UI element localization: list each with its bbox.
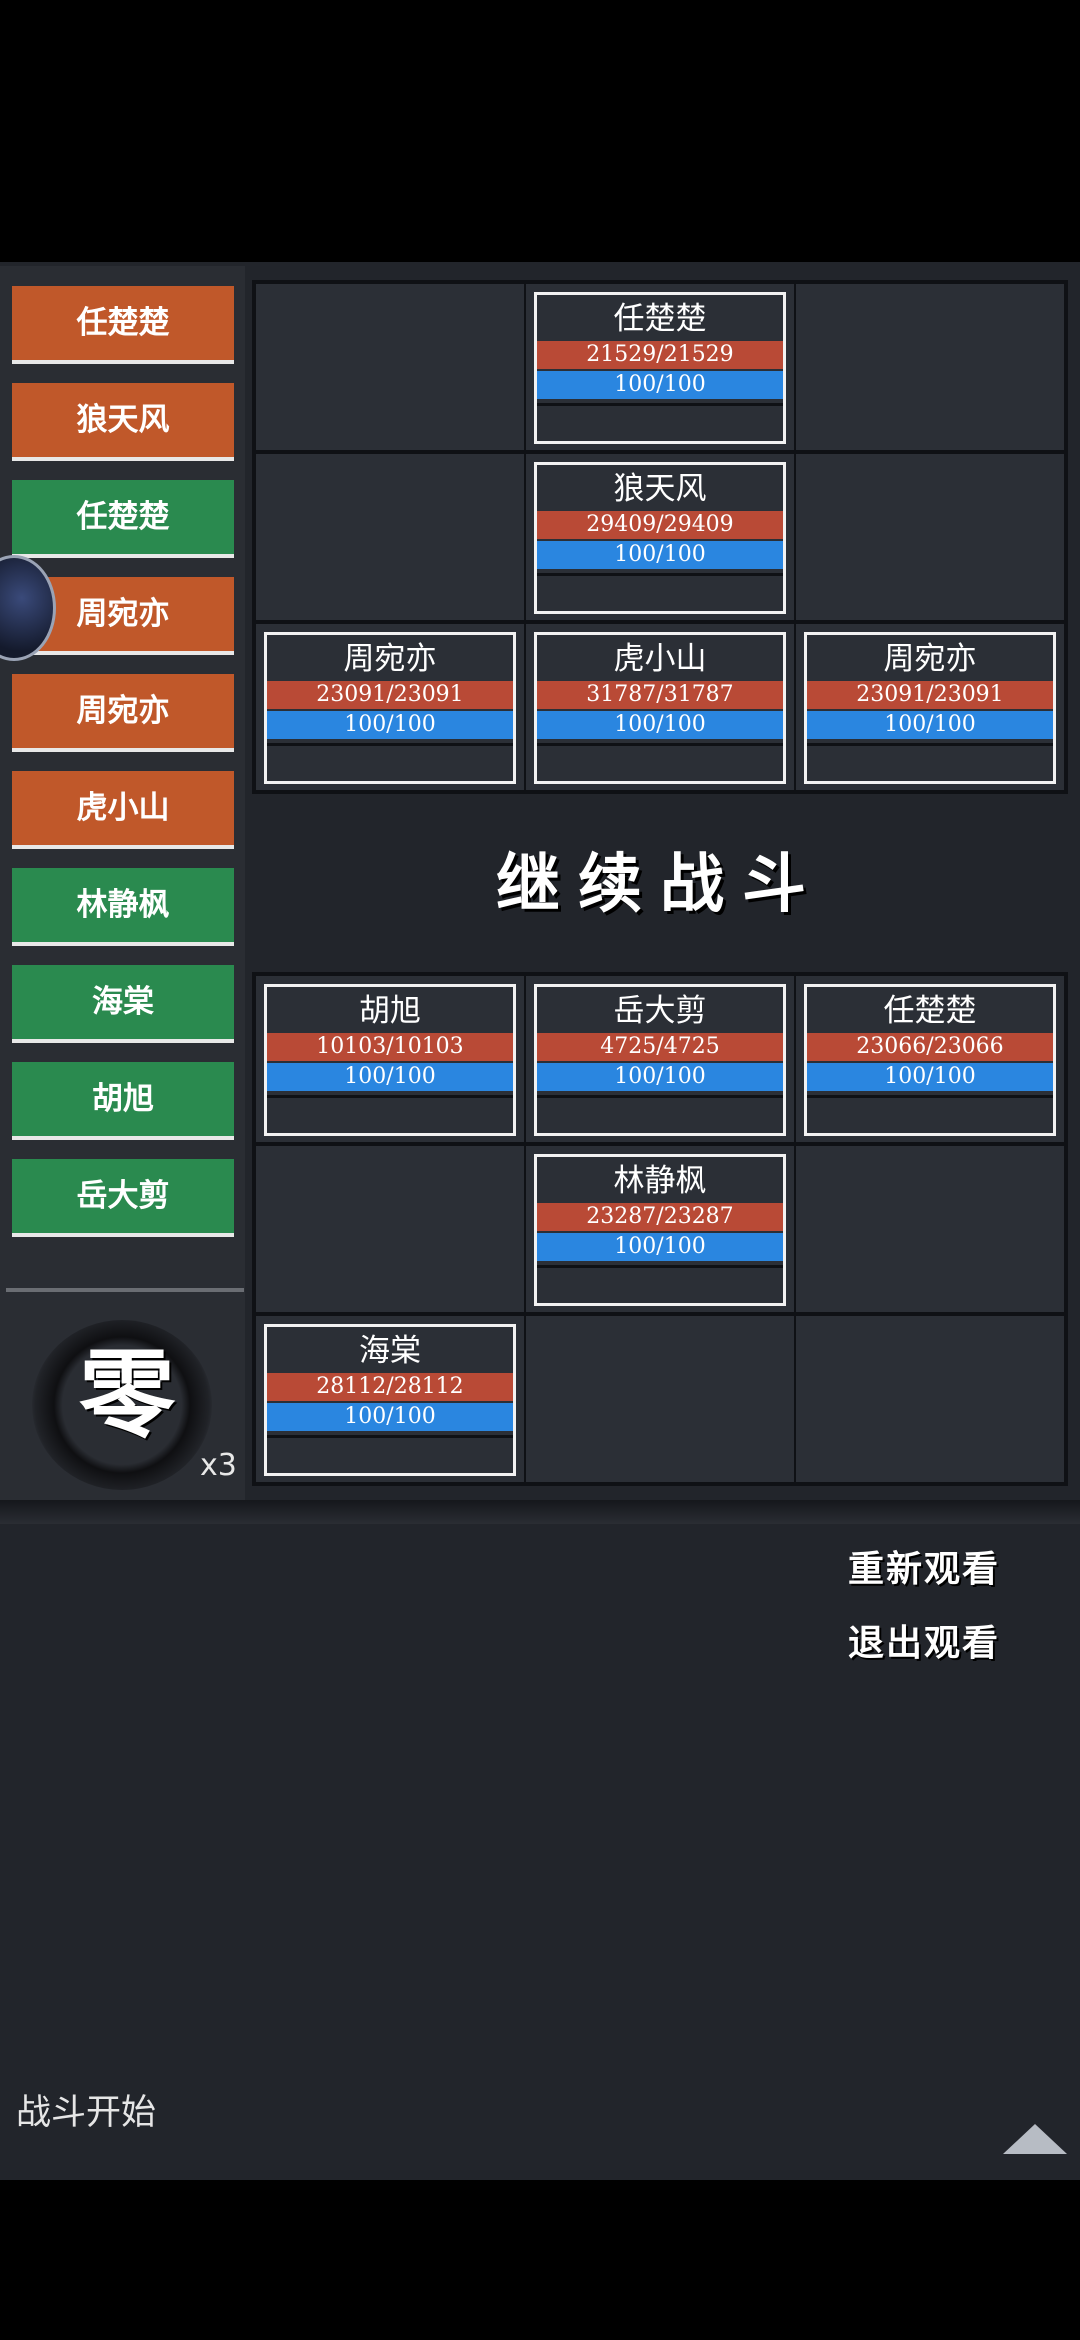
card-divider <box>267 1435 513 1438</box>
panel-divider <box>0 1500 1080 1524</box>
card-divider <box>537 573 783 576</box>
card-divider <box>537 1265 783 1268</box>
unit-card-enemy[interactable]: 虎小山 31787/31787 100/100 <box>534 632 786 784</box>
mp-bar: 100/100 <box>267 1403 513 1431</box>
replay-button[interactable]: 重新观看 <box>848 1540 1048 1596</box>
card-divider <box>537 1095 783 1098</box>
grid-cell: 狼天风 29409/29409 100/100 <box>526 454 794 620</box>
grid-cell-empty <box>256 284 524 450</box>
grid-cell: 海棠 28112/28112 100/100 <box>256 1316 524 1482</box>
unit-card-ally[interactable]: 林静枫 23287/23287 100/100 <box>534 1154 786 1306</box>
unit-card-ally[interactable]: 任楚楚 23066/23066 100/100 <box>804 984 1056 1136</box>
unit-card-enemy[interactable]: 狼天风 29409/29409 100/100 <box>534 462 786 614</box>
navigation-bar-area <box>0 2180 1080 2340</box>
grid-cell: 岳大剪 4725/4725 100/100 <box>526 976 794 1142</box>
hp-bar: 28112/28112 <box>267 1373 513 1401</box>
unit-card-ally[interactable]: 岳大剪 4725/4725 100/100 <box>534 984 786 1136</box>
battle-log-text: 战斗开始 <box>16 2093 157 2133</box>
card-divider <box>267 743 513 746</box>
hp-bar: 23287/23287 <box>537 1203 783 1231</box>
mp-bar: 100/100 <box>537 541 783 569</box>
turn-order-item[interactable]: 胡旭 <box>12 1062 234 1140</box>
continue-battle-button[interactable]: 继续战斗 <box>252 830 1068 940</box>
hp-bar: 23091/23091 <box>807 681 1053 709</box>
grid-cell: 任楚楚 21529/21529 100/100 <box>526 284 794 450</box>
unit-card-ally[interactable]: 海棠 28112/28112 100/100 <box>264 1324 516 1476</box>
mp-bar: 100/100 <box>267 1063 513 1091</box>
mp-bar: 100/100 <box>537 1233 783 1261</box>
unit-card-enemy[interactable]: 周宛亦 23091/23091 100/100 <box>804 632 1056 784</box>
hp-bar: 10103/10103 <box>267 1033 513 1061</box>
unit-name: 狼天风 <box>613 471 707 507</box>
speed-toggle-button[interactable]: 零 <box>72 1335 182 1455</box>
speed-multiplier: x3 <box>200 1448 237 1483</box>
unit-card-ally[interactable]: 胡旭 10103/10103 100/100 <box>264 984 516 1136</box>
turn-order-item[interactable]: 海棠 <box>12 965 234 1043</box>
mp-bar: 100/100 <box>807 1063 1053 1091</box>
unit-card-enemy[interactable]: 任楚楚 21529/21529 100/100 <box>534 292 786 444</box>
unit-name: 胡旭 <box>359 993 421 1029</box>
mp-bar: 100/100 <box>807 711 1053 739</box>
grid-cell: 任楚楚 23066/23066 100/100 <box>796 976 1064 1142</box>
hp-bar: 23066/23066 <box>807 1033 1053 1061</box>
grid-cell: 胡旭 10103/10103 100/100 <box>256 976 524 1142</box>
unit-name: 任楚楚 <box>613 301 707 337</box>
grid-cell-empty <box>796 284 1064 450</box>
mp-bar: 100/100 <box>537 371 783 399</box>
turn-order-item[interactable]: 岳大剪 <box>12 1159 234 1237</box>
hp-bar: 4725/4725 <box>537 1033 783 1061</box>
card-divider <box>537 743 783 746</box>
grid-cell-empty <box>796 1146 1064 1312</box>
turn-order-item[interactable]: 周宛亦 <box>12 674 234 752</box>
grid-cell-empty <box>256 1146 524 1312</box>
ally-formation-grid: 胡旭 10103/10103 100/100 岳大剪 4725/4725 100… <box>252 972 1068 1486</box>
unit-name: 周宛亦 <box>883 641 977 677</box>
grid-cell: 林静枫 23287/23287 100/100 <box>526 1146 794 1312</box>
exit-replay-button[interactable]: 退出观看 <box>848 1614 1048 1670</box>
unit-name: 任楚楚 <box>883 993 977 1029</box>
grid-cell-empty <box>796 454 1064 620</box>
card-divider <box>267 1095 513 1098</box>
unit-name: 虎小山 <box>613 641 707 677</box>
unit-name: 海棠 <box>359 1333 421 1369</box>
grid-cell-empty <box>796 1316 1064 1482</box>
triangle-up-icon[interactable] <box>1003 2124 1067 2154</box>
turn-order-item[interactable]: 林静枫 <box>12 868 234 946</box>
mp-bar: 100/100 <box>267 711 513 739</box>
card-divider <box>807 743 1053 746</box>
unit-card-enemy[interactable]: 周宛亦 23091/23091 100/100 <box>264 632 516 784</box>
mp-bar: 100/100 <box>537 711 783 739</box>
hp-bar: 29409/29409 <box>537 511 783 539</box>
status-bar-area <box>0 0 1080 262</box>
grid-cell-empty <box>526 1316 794 1482</box>
mp-bar: 100/100 <box>537 1063 783 1091</box>
unit-name: 岳大剪 <box>613 993 707 1029</box>
hp-bar: 23091/23091 <box>267 681 513 709</box>
grid-cell-empty <box>256 454 524 620</box>
sidebar-divider <box>6 1288 244 1292</box>
turn-order-item[interactable]: 任楚楚 <box>12 480 234 558</box>
turn-order-item[interactable]: 虎小山 <box>12 771 234 849</box>
grid-cell: 虎小山 31787/31787 100/100 <box>526 624 794 790</box>
grid-cell: 周宛亦 23091/23091 100/100 <box>256 624 524 790</box>
hp-bar: 31787/31787 <box>537 681 783 709</box>
unit-name: 林静枫 <box>613 1163 707 1199</box>
grid-cell: 周宛亦 23091/23091 100/100 <box>796 624 1064 790</box>
unit-name: 周宛亦 <box>343 641 437 677</box>
card-divider <box>807 1095 1053 1098</box>
card-divider <box>537 403 783 406</box>
enemy-formation-grid: 任楚楚 21529/21529 100/100 狼天风 29409/29409 … <box>252 280 1068 794</box>
turn-order-item[interactable]: 狼天风 <box>12 383 234 461</box>
hp-bar: 21529/21529 <box>537 341 783 369</box>
turn-order-item[interactable]: 任楚楚 <box>12 286 234 364</box>
